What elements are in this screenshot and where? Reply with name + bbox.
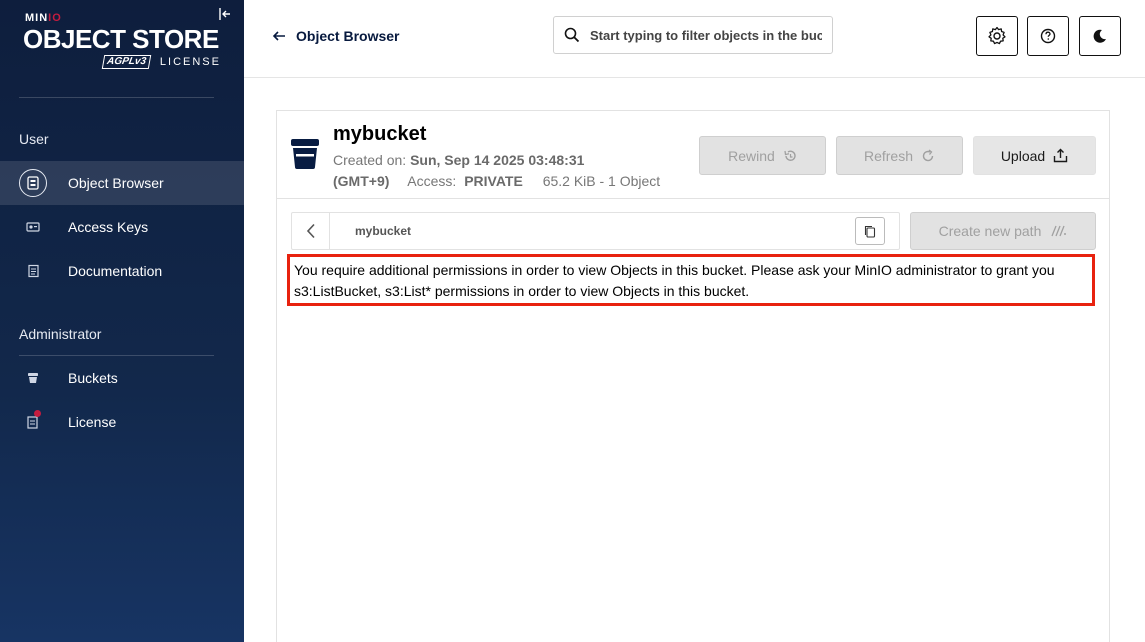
- help-button[interactable]: [1027, 16, 1069, 56]
- documentation-icon: [19, 257, 47, 285]
- bucket-created: Created on: Sun, Sep 14 2025 03:48:31: [333, 152, 584, 168]
- created-value: Sun, Sep 14 2025 03:48:31: [410, 152, 585, 168]
- search-box[interactable]: [553, 16, 833, 54]
- top-header: Object Browser: [244, 0, 1145, 78]
- rewind-button[interactable]: Rewind: [699, 136, 826, 175]
- sidebar-item-label: Access Keys: [68, 219, 149, 235]
- refresh-icon: [922, 148, 934, 161]
- dark-mode-icon: [1093, 29, 1106, 43]
- upload-icon: [1053, 148, 1068, 163]
- copy-path-button[interactable]: [855, 217, 885, 245]
- upload-button[interactable]: Upload: [973, 136, 1096, 175]
- bucket-icon: [291, 139, 319, 174]
- back-link-label: Object Browser: [296, 28, 400, 44]
- section-title-administrator: Administrator: [19, 326, 102, 342]
- collapse-sidebar-icon[interactable]: [218, 7, 234, 23]
- create-new-path-button[interactable]: Create new path: [910, 212, 1096, 250]
- access-value: PRIVATE: [464, 173, 523, 189]
- sidebar-item-label: Documentation: [68, 263, 163, 279]
- upload-label: Upload: [1000, 147, 1046, 164]
- bucket-details: (GMT+9) Access: PRIVATE 65.2 KiB - 1 Obj…: [333, 173, 660, 189]
- sidebar-item-object-browser[interactable]: Object Browser: [0, 161, 244, 205]
- breadcrumb: mybucket: [291, 212, 900, 250]
- product-name: OBJECT STORE: [23, 24, 219, 54]
- permission-warning: You require additional permissions in or…: [287, 254, 1095, 306]
- settings-icon: [988, 26, 1006, 45]
- search-input[interactable]: [590, 27, 822, 43]
- arrow-left-icon: [272, 31, 285, 41]
- timezone: (GMT+9): [333, 173, 390, 189]
- rewind-icon: [784, 150, 796, 161]
- sidebar-item-access-keys[interactable]: Access Keys: [0, 205, 244, 249]
- buckets-icon: [19, 364, 47, 392]
- settings-button[interactable]: [976, 16, 1018, 56]
- sidebar-item-label: License: [68, 414, 117, 430]
- notification-dot: [34, 410, 41, 417]
- sidebar-item-label: Object Browser: [68, 175, 164, 191]
- sidebar-item-license[interactable]: License: [0, 400, 244, 444]
- agpl-badge: AGPLv3: [101, 55, 152, 69]
- help-icon: [1040, 28, 1056, 44]
- dark-mode-button[interactable]: [1079, 16, 1121, 56]
- minio-logo: MINIO: [25, 12, 62, 24]
- copy-icon: [864, 225, 876, 238]
- sidebar-item-label: Buckets: [68, 370, 118, 386]
- sidebar-item-documentation[interactable]: Documentation: [0, 249, 244, 293]
- size-summary: 65.2 KiB - 1 Object: [542, 173, 661, 189]
- access-keys-icon: [19, 213, 47, 241]
- divider: [19, 97, 214, 98]
- section-title-user: User: [19, 131, 49, 147]
- bucket-header: mybucket Created on: Sun, Sep 14 2025 03…: [277, 111, 1109, 199]
- refresh-label: Refresh: [863, 147, 914, 164]
- license-icon: [19, 408, 47, 436]
- rewind-label: Rewind: [728, 147, 775, 164]
- breadcrumb-path[interactable]: mybucket: [355, 224, 411, 238]
- sidebar: MINIO OBJECT STORE AGPLv3 LICENSE User O…: [0, 0, 244, 642]
- create-path-label: Create new path: [938, 223, 1042, 239]
- license-word: LICENSE: [159, 56, 221, 68]
- sidebar-item-buckets[interactable]: Buckets: [0, 356, 244, 400]
- new-path-icon: [1051, 225, 1067, 237]
- back-to-object-browser-link[interactable]: Object Browser: [272, 28, 399, 44]
- created-label: Created on:: [333, 152, 407, 168]
- object-browser-icon: [19, 169, 47, 197]
- license-logo: AGPLv3 LICENSE: [101, 55, 221, 69]
- breadcrumb-back-button[interactable]: [292, 213, 330, 249]
- chevron-left-icon: [306, 223, 315, 239]
- bucket-name: mybucket: [333, 123, 427, 145]
- search-icon: [564, 27, 580, 48]
- bucket-panel: mybucket Created on: Sun, Sep 14 2025 03…: [276, 110, 1110, 642]
- access-label: Access:: [407, 173, 457, 189]
- refresh-button[interactable]: Refresh: [836, 136, 963, 175]
